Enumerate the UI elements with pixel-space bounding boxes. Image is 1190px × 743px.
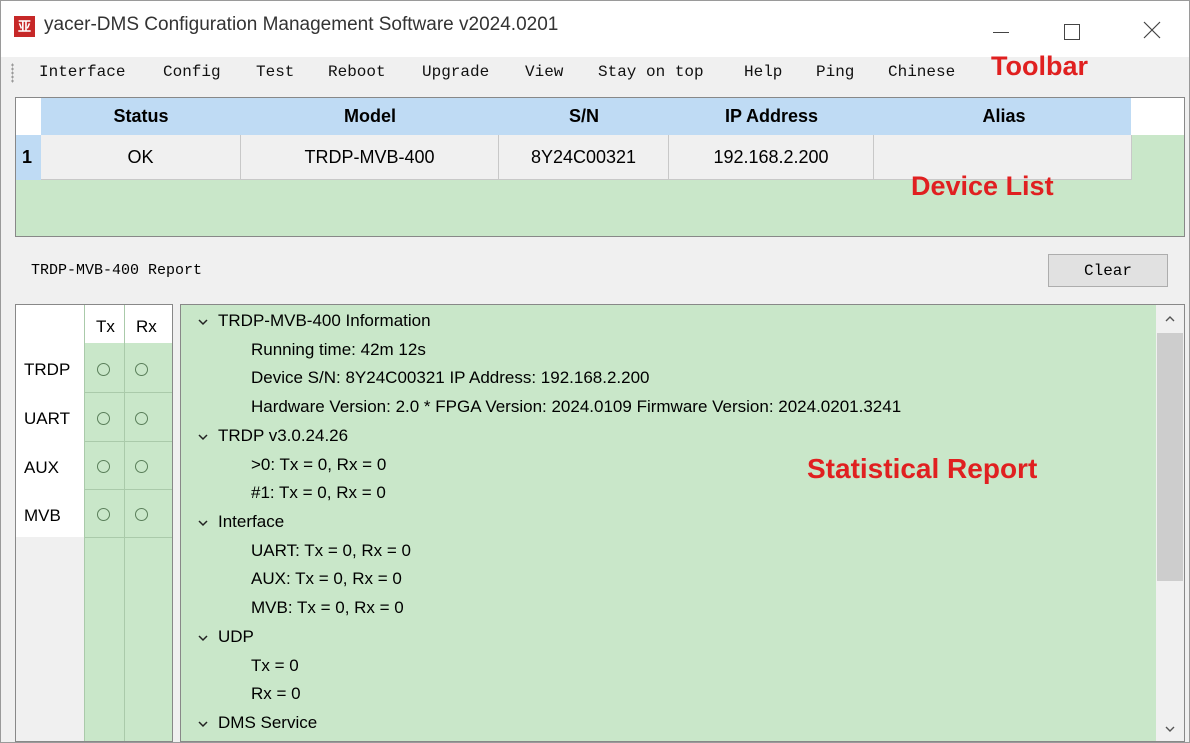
menu-reboot[interactable]: Reboot (328, 63, 386, 81)
menu-config[interactable]: Config (163, 63, 221, 81)
status-led-area (84, 343, 172, 741)
vertical-scrollbar[interactable] (1156, 305, 1184, 741)
menu-upgrade[interactable]: Upgrade (422, 63, 489, 81)
menu-ping[interactable]: Ping (816, 63, 854, 81)
header-tx: Tx (96, 317, 115, 336)
table-header-filler (1131, 98, 1184, 135)
device-list-table: Status Model S/N IP Address Alias 1 OK T… (15, 97, 1185, 237)
uart-tx-led-icon (97, 412, 110, 425)
title-bar[interactable]: 亚 yacer-DMS Configuration Management Sof… (1, 1, 1189, 57)
cell-ip-address[interactable]: 192.168.2.200 (669, 135, 874, 180)
chevron-down-icon[interactable] (198, 518, 208, 528)
trdp-rx-led-icon (135, 363, 148, 376)
tree-node-dms-service[interactable]: DMS Service (218, 713, 317, 733)
status-label-trdp: TRDP (24, 360, 71, 379)
mvb-rx-led-icon (135, 508, 148, 521)
menu-test[interactable]: Test (256, 63, 294, 81)
menu-view[interactable]: View (525, 63, 563, 81)
tree-item-mvb[interactable]: MVB: Tx = 0, Rx = 0 (251, 598, 404, 618)
trdp-tx-led-icon (97, 363, 110, 376)
report-title: TRDP-MVB-400 Report (31, 262, 203, 279)
maximize-button[interactable] (1047, 9, 1093, 49)
menu-help[interactable]: Help (744, 63, 782, 81)
tree-item-trdp-0[interactable]: >0: Tx = 0, Rx = 0 (251, 455, 386, 475)
col-sn[interactable]: S/N (499, 98, 669, 135)
header-rx: Rx (136, 317, 157, 336)
table-corner (16, 98, 41, 135)
col-model[interactable]: Model (241, 98, 499, 135)
menu-chinese[interactable]: Chinese (888, 63, 955, 81)
status-row-divider (84, 489, 172, 490)
chevron-down-icon[interactable] (198, 432, 208, 442)
window-title: yacer-DMS Configuration Management Softw… (44, 14, 559, 35)
toolbar-grip-icon[interactable] (11, 63, 14, 83)
aux-tx-led-icon (97, 460, 110, 473)
tree-item-uart[interactable]: UART: Tx = 0, Rx = 0 (251, 541, 411, 561)
cell-model[interactable]: TRDP-MVB-400 (241, 135, 499, 180)
tree-item-device-sn[interactable]: Device S/N: 8Y24C00321 IP Address: 192.1… (251, 368, 650, 388)
uart-rx-led-icon (135, 412, 148, 425)
status-label-uart: UART (24, 409, 70, 428)
col-ip-address[interactable]: IP Address (669, 98, 874, 135)
device-list-annotation: Device List (911, 171, 1054, 201)
tree-node-trdp[interactable]: TRDP v3.0.24.26 (218, 426, 348, 446)
mvb-tx-led-icon (97, 508, 110, 521)
row-index[interactable]: 1 (16, 135, 41, 180)
close-icon (1143, 21, 1161, 39)
toolbar-annotation: Toolbar (991, 51, 1088, 81)
status-row-divider (84, 441, 172, 442)
tree-node-interface[interactable]: Interface (218, 512, 284, 532)
cell-status[interactable]: OK (41, 135, 241, 180)
app-window: 亚 yacer-DMS Configuration Management Sof… (0, 0, 1190, 743)
statistical-report-annotation: Statistical Report (807, 453, 1038, 484)
chevron-down-icon[interactable] (198, 719, 208, 729)
cell-sn[interactable]: 8Y24C00321 (499, 135, 669, 180)
scroll-down-icon[interactable] (1164, 723, 1176, 735)
clear-button[interactable]: Clear (1048, 254, 1168, 287)
close-button[interactable] (1129, 9, 1175, 49)
status-divider (84, 305, 85, 741)
report-bar: TRDP-MVB-400 Report Clear (15, 246, 1185, 296)
tree-item-udp-tx[interactable]: Tx = 0 (251, 656, 299, 676)
tree-item-trdp-1[interactable]: #1: Tx = 0, Rx = 0 (251, 483, 386, 503)
status-row-divider (84, 537, 172, 538)
menu-interface[interactable]: Interface (39, 63, 125, 81)
col-alias[interactable]: Alias (874, 98, 1134, 135)
tree-item-aux[interactable]: AUX: Tx = 0, Rx = 0 (251, 569, 402, 589)
scroll-thumb[interactable] (1157, 333, 1183, 581)
table-header: Status Model S/N IP Address Alias (41, 98, 1131, 135)
chevron-down-icon[interactable] (198, 633, 208, 643)
status-label-aux: AUX (24, 458, 59, 477)
status-row-divider (84, 392, 172, 393)
col-status[interactable]: Status (41, 98, 241, 135)
scroll-up-icon[interactable] (1164, 313, 1176, 325)
statistical-report-tree[interactable]: TRDP-MVB-400 Information Running time: 4… (180, 304, 1185, 742)
status-label-mvb: MVB (24, 506, 61, 525)
chevron-down-icon[interactable] (198, 317, 208, 327)
status-divider (124, 305, 125, 741)
app-logo-icon: 亚 (14, 16, 35, 37)
tree-item-versions[interactable]: Hardware Version: 2.0 * FPGA Version: 20… (251, 397, 901, 417)
status-indicator-panel: Tx Rx TRDP UART AUX MVB (15, 304, 173, 742)
minimize-button[interactable] (976, 9, 1022, 49)
tree-item-udp-rx[interactable]: Rx = 0 (251, 684, 301, 704)
aux-rx-led-icon (135, 460, 148, 473)
tree-node-udp[interactable]: UDP (218, 627, 254, 647)
tree-node-information[interactable]: TRDP-MVB-400 Information (218, 311, 431, 331)
tree-item-running-time[interactable]: Running time: 42m 12s (251, 340, 426, 360)
menu-stay-on-top[interactable]: Stay on top (598, 63, 704, 81)
